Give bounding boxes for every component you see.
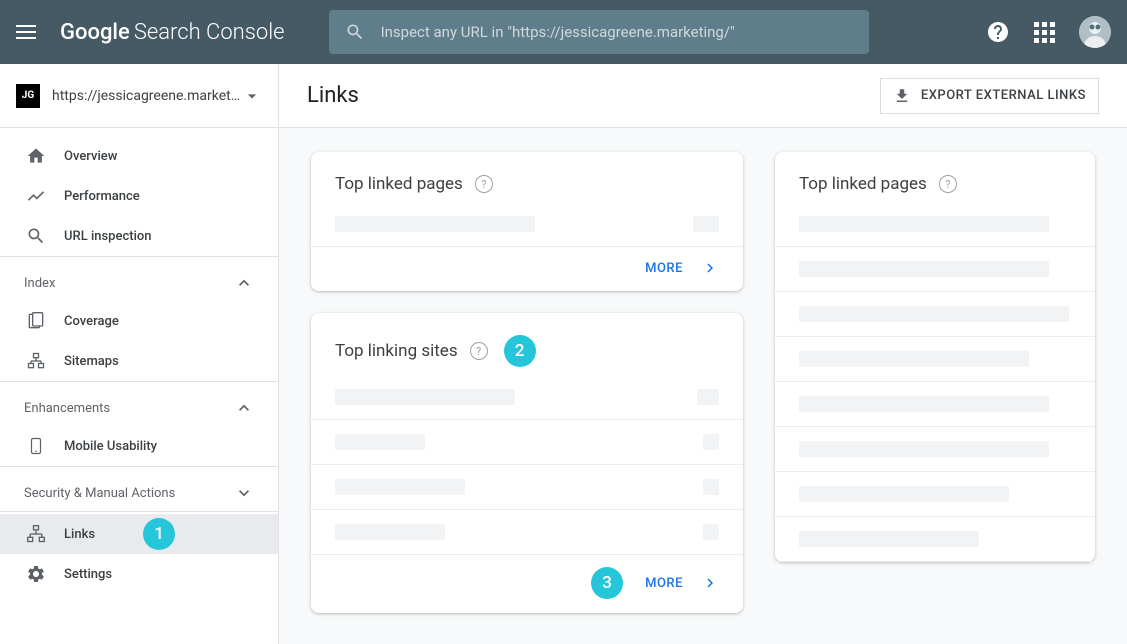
nav-links[interactable]: Links 1	[0, 514, 278, 554]
logo-google: Google	[60, 20, 130, 45]
section-label: Security & Manual Actions	[24, 486, 175, 501]
more-link[interactable]: MORE	[645, 576, 683, 591]
download-icon	[893, 87, 911, 105]
list-item	[311, 419, 743, 464]
property-selector[interactable]: JG https://jessicagreene.marketi…	[0, 64, 278, 128]
links-icon	[24, 522, 48, 546]
page-title: Links	[307, 83, 359, 108]
card-top-linking-sites: Top linking sites ? 2 3 MORE	[311, 313, 743, 613]
nav-label: Settings	[64, 567, 112, 582]
nav-sitemaps[interactable]: Sitemaps	[0, 341, 278, 381]
list-item	[311, 509, 743, 554]
chevron-up-icon	[234, 273, 254, 293]
list-item	[775, 426, 1095, 471]
annotation-badge-1: 1	[143, 518, 175, 550]
chevron-right-icon	[701, 259, 719, 277]
nav-label: Coverage	[64, 314, 119, 329]
page-header: Links EXPORT EXTERNAL LINKS	[279, 64, 1127, 128]
list-item	[775, 381, 1095, 426]
menu-hamburger-icon[interactable]	[16, 20, 40, 44]
sidebar: JG https://jessicagreene.marketi… Overvi…	[0, 64, 279, 644]
nav-label: Sitemaps	[64, 354, 119, 369]
search-icon	[345, 22, 365, 42]
card-top-linked-pages: Top linked pages ? MORE	[311, 152, 743, 291]
nav-label: Overview	[64, 149, 117, 164]
nav-performance[interactable]: Performance	[0, 176, 278, 216]
list-item	[311, 464, 743, 509]
export-label: EXPORT EXTERNAL LINKS	[921, 88, 1086, 103]
list-item	[775, 212, 1095, 246]
sitemaps-icon	[24, 349, 48, 373]
nav-label: Mobile Usability	[64, 439, 157, 454]
content-area: Links EXPORT EXTERNAL LINKS Top linked p…	[279, 64, 1127, 644]
nav-coverage[interactable]: Coverage	[0, 301, 278, 341]
list-item	[775, 246, 1095, 291]
nav-mobile-usability[interactable]: Mobile Usability	[0, 426, 278, 466]
list-item	[775, 291, 1095, 336]
performance-icon	[24, 184, 48, 208]
nav-settings[interactable]: Settings	[0, 554, 278, 594]
logo: Google Search Console	[60, 20, 285, 45]
export-button[interactable]: EXPORT EXTERNAL LINKS	[880, 78, 1099, 114]
card-title: Top linked pages	[335, 174, 463, 194]
section-security[interactable]: Security & Manual Actions	[0, 466, 278, 511]
nav-label: URL inspection	[64, 229, 152, 244]
list-item	[775, 336, 1095, 381]
nav-label: Performance	[64, 189, 140, 204]
card-top-linked-pages-2: Top linked pages ?	[775, 152, 1095, 562]
help-circle-icon[interactable]: ?	[470, 342, 488, 360]
section-index[interactable]: Index	[0, 256, 278, 301]
list-item	[311, 212, 743, 246]
help-circle-icon[interactable]: ?	[475, 175, 493, 193]
chevron-right-icon	[701, 574, 719, 592]
chevron-down-icon	[234, 483, 254, 503]
apps-grid-icon[interactable]	[1034, 22, 1055, 43]
search-icon	[24, 224, 48, 248]
coverage-icon	[24, 309, 48, 333]
nav-url-inspection[interactable]: URL inspection	[0, 216, 278, 256]
search-input[interactable]	[381, 23, 853, 41]
list-item	[775, 471, 1095, 516]
list-item	[311, 385, 743, 419]
annotation-badge-2: 2	[504, 335, 536, 367]
section-label: Enhancements	[24, 401, 110, 416]
dropdown-arrow-icon	[242, 86, 262, 106]
section-enhancements[interactable]: Enhancements	[0, 381, 278, 426]
nav-overview[interactable]: Overview	[0, 136, 278, 176]
section-label: Index	[24, 276, 55, 291]
card-title: Top linking sites	[335, 341, 458, 361]
list-item	[775, 516, 1095, 562]
app-header: Google Search Console	[0, 0, 1127, 64]
property-icon: JG	[16, 84, 40, 108]
nav-label: Links	[64, 527, 95, 542]
logo-search-console: Search Console	[134, 20, 285, 45]
more-link[interactable]: MORE	[645, 261, 683, 276]
search-bar[interactable]	[329, 10, 869, 54]
card-title: Top linked pages	[799, 174, 927, 194]
annotation-badge-3: 3	[591, 567, 623, 599]
help-icon[interactable]	[986, 20, 1010, 44]
mobile-icon	[24, 434, 48, 458]
gear-icon	[24, 562, 48, 586]
avatar[interactable]	[1079, 16, 1111, 48]
help-circle-icon[interactable]: ?	[939, 175, 957, 193]
home-icon	[24, 144, 48, 168]
property-label: https://jessicagreene.marketi…	[52, 88, 242, 104]
chevron-up-icon	[234, 398, 254, 418]
